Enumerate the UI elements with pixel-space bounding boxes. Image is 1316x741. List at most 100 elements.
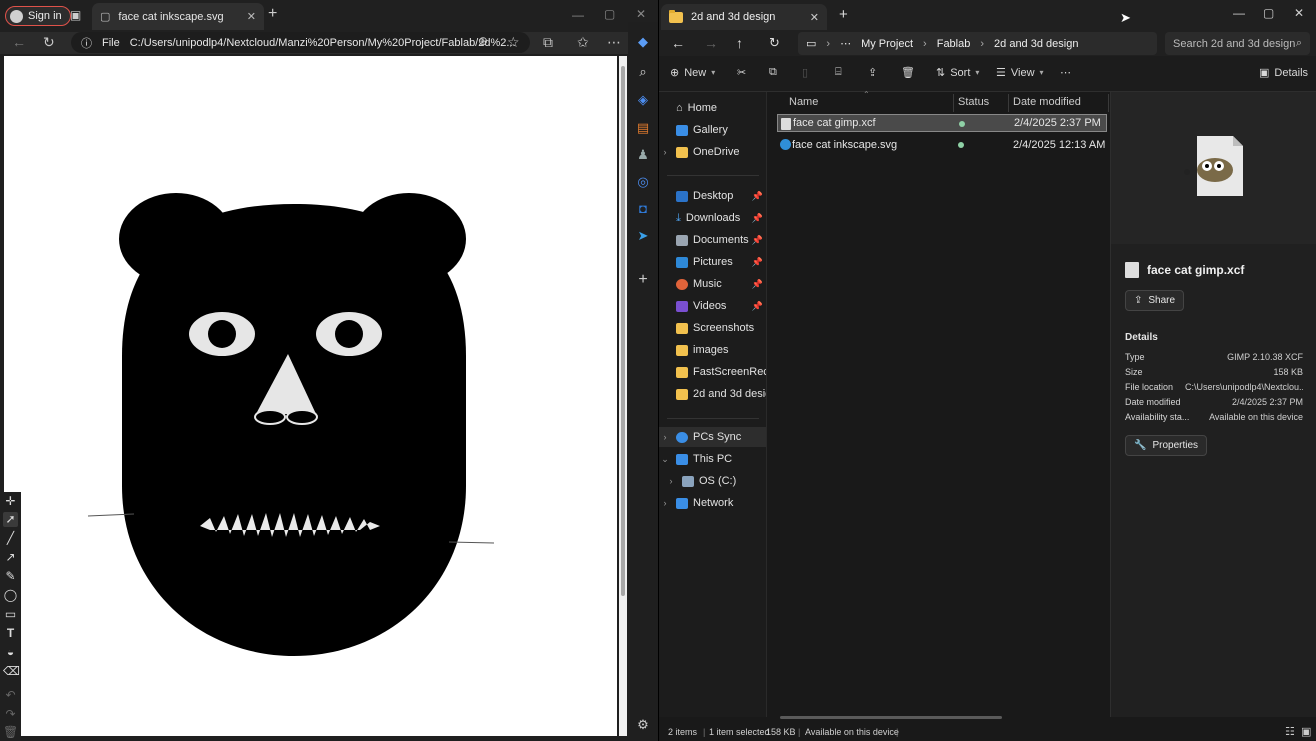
pin-icon[interactable]: 📌 xyxy=(752,257,763,268)
add-sidebar-icon[interactable]: + xyxy=(635,272,651,288)
address-bar[interactable]: ⓘ File C:/Users/unipodlp4/Nextcloud/Manz… xyxy=(71,32,530,53)
share-icon[interactable]: ⇪ xyxy=(868,66,877,79)
ellipse-tool-icon[interactable]: ◯ xyxy=(3,588,18,603)
nav-item-pcs-sync[interactable]: › PCs Sync xyxy=(659,427,766,447)
pin-icon[interactable]: 📌 xyxy=(752,213,763,224)
nav-item-videos[interactable]: Videos 📌 xyxy=(659,296,766,316)
copilot-icon[interactable]: ◆ xyxy=(635,34,651,50)
view-button[interactable]: ☰ View ▾ xyxy=(996,66,1044,80)
close-window-icon[interactable]: ✕ xyxy=(1294,6,1304,20)
close-tab-icon[interactable]: ✕ xyxy=(247,10,256,23)
delete-icon[interactable]: 🗑 xyxy=(901,66,915,79)
pen-tool-icon[interactable]: ✎ xyxy=(3,569,18,584)
nav-item-desktop[interactable]: Desktop 📌 xyxy=(659,186,766,206)
new-tab-button[interactable]: + xyxy=(839,6,848,23)
eraser-tool-icon[interactable]: ⌫ xyxy=(3,664,20,679)
column-header-status[interactable]: Status xyxy=(958,92,989,112)
tools-icon[interactable]: ▤ xyxy=(635,120,651,136)
pin-icon[interactable]: 📌 xyxy=(752,279,763,290)
nav-item-home[interactable]: ⌂ Home xyxy=(659,98,766,118)
pin-icon[interactable]: 📌 xyxy=(752,301,763,312)
move-handle-icon[interactable]: ✛ xyxy=(3,494,18,509)
chevron-right-icon[interactable]: › xyxy=(665,476,677,486)
search-box[interactable]: Search 2d and 3d design ⌕ xyxy=(1165,32,1310,55)
cut-icon[interactable]: ✂ xyxy=(737,66,746,79)
minimize-icon[interactable]: — xyxy=(572,8,584,22)
chevron-down-icon[interactable]: ⌄ xyxy=(659,454,671,465)
chevron-right-icon[interactable]: › xyxy=(659,432,671,442)
settings-gear-icon[interactable]: ⚙ xyxy=(635,717,651,733)
minimize-icon[interactable]: — xyxy=(1233,6,1245,20)
properties-button[interactable]: 🔧 Properties xyxy=(1125,435,1208,456)
file-row[interactable]: face cat gimp.xcf 2/4/2025 2:37 PM xyxy=(777,114,1107,132)
nav-item-pictures[interactable]: Pictures 📌 xyxy=(659,252,766,272)
delete-icon[interactable]: 🗑 xyxy=(3,725,18,740)
sign-in-button[interactable]: Sign in xyxy=(5,6,71,26)
back-icon[interactable]: ← xyxy=(12,34,26,50)
redo-icon[interactable]: ↷ xyxy=(3,707,18,722)
close-tab-icon[interactable]: ✕ xyxy=(810,11,819,24)
nav-item-documents[interactable]: Documents 📌 xyxy=(659,230,766,250)
nav-item-fastscreenrecorder[interactable]: FastScreenRecorder xyxy=(659,362,766,382)
nav-item-network[interactable]: › Network xyxy=(659,493,766,513)
detail-value[interactable]: C:\Users\unipodlp4\Nextclou... xyxy=(1185,382,1303,396)
chevron-right-icon[interactable]: › xyxy=(659,147,671,157)
nav-item-onedrive[interactable]: › OneDrive xyxy=(659,142,766,162)
zoom-icon[interactable]: ⊕ xyxy=(478,34,488,48)
arrow-tool-icon[interactable]: ↗ xyxy=(3,550,18,565)
back-icon[interactable]: ← xyxy=(671,35,685,51)
breadcrumb[interactable]: ▭ › ⋯ My Project › Fablab › 2d and 3d de… xyxy=(798,32,1157,55)
nav-item-downloads[interactable]: ⤓ Downloads 📌 xyxy=(659,208,766,228)
up-icon[interactable]: ↑ xyxy=(736,35,743,51)
select-tool-icon[interactable]: ➚ xyxy=(3,512,18,527)
undo-icon[interactable]: ↶ xyxy=(3,688,18,703)
rename-icon[interactable]: ⌸ xyxy=(835,66,842,79)
breadcrumb-item[interactable]: Fablab xyxy=(937,38,971,50)
microsoft365-icon[interactable]: ◎ xyxy=(635,174,651,190)
outlook-icon[interactable]: ◘ xyxy=(635,201,651,217)
games-icon[interactable]: ♟ xyxy=(635,147,651,163)
more-options-icon[interactable]: ⋯ xyxy=(1060,66,1071,79)
share-button[interactable]: ⇪ Share xyxy=(1125,290,1185,311)
close-window-icon[interactable]: ✕ xyxy=(636,7,646,21)
new-tab-button[interactable]: + xyxy=(268,5,277,23)
tiles-view-icon[interactable]: ▣ xyxy=(1301,725,1311,738)
favorites-icon[interactable]: ✩ xyxy=(577,34,589,51)
text-tool-icon[interactable]: T xyxy=(3,626,18,641)
extensions-icon[interactable]: ⧉ xyxy=(543,34,553,51)
explorer-tab[interactable]: 2d and 3d design ✕ xyxy=(661,4,827,30)
paste-icon[interactable]: ▯ xyxy=(802,66,808,79)
breadcrumb-item[interactable]: 2d and 3d design xyxy=(994,38,1078,50)
details-button[interactable]: ▣ Details xyxy=(1259,66,1308,80)
search-icon[interactable]: ⌕ xyxy=(635,64,651,80)
sort-button[interactable]: ⇅ Sort ▾ xyxy=(936,66,979,80)
browser-tab[interactable]: ▢ face cat inkscape.svg ✕ xyxy=(92,3,264,30)
page-scrollbar[interactable] xyxy=(619,56,627,736)
column-header-date[interactable]: Date modified xyxy=(1013,92,1081,112)
line-tool-icon[interactable]: ╱ xyxy=(3,531,18,546)
nav-item-this-pc[interactable]: ⌄ This PC xyxy=(659,449,766,469)
nav-item-gallery[interactable]: Gallery xyxy=(659,120,766,140)
nav-item-os-c[interactable]: › OS (C:) xyxy=(659,471,766,491)
tab-actions-icon[interactable]: ▣ xyxy=(70,8,81,22)
details-view-icon[interactable]: ☷ xyxy=(1285,725,1295,738)
rectangle-tool-icon[interactable]: ▭ xyxy=(3,607,18,622)
forward-icon[interactable]: → xyxy=(704,35,718,51)
new-button[interactable]: ⊕ New ▾ xyxy=(670,66,715,80)
nav-item-music[interactable]: Music 📌 xyxy=(659,274,766,294)
chevron-right-icon[interactable]: › xyxy=(659,498,671,508)
column-header-name[interactable]: Name xyxy=(789,92,818,112)
nav-item-images[interactable]: images xyxy=(659,340,766,360)
maximize-icon[interactable]: ▢ xyxy=(604,7,615,21)
file-row[interactable]: face cat inkscape.svg 2/4/2025 12:13 AM xyxy=(777,136,1107,154)
horizontal-scrollbar[interactable] xyxy=(780,716,1002,719)
send-icon[interactable]: ➤ xyxy=(635,228,651,244)
pin-icon[interactable]: 📌 xyxy=(752,191,763,202)
maximize-icon[interactable]: ▢ xyxy=(1263,6,1274,20)
nav-item-screenshots[interactable]: Screenshots xyxy=(659,318,766,338)
pin-icon[interactable]: 📌 xyxy=(752,235,763,246)
shopping-tag-icon[interactable]: ◈ xyxy=(635,92,651,108)
overflow-icon[interactable]: ⋯ xyxy=(840,37,851,50)
refresh-icon[interactable]: ↻ xyxy=(43,34,55,51)
favorite-star-icon[interactable]: ☆ xyxy=(507,34,520,51)
